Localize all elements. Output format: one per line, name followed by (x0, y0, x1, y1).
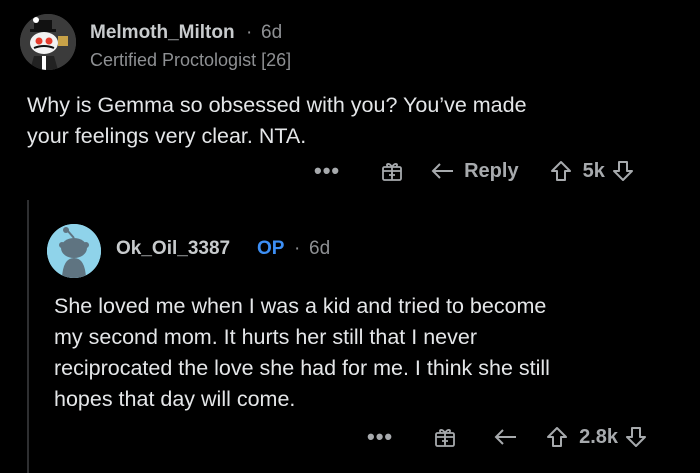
more-options-button[interactable]: ••• (314, 158, 340, 184)
reply-button[interactable]: Reply (430, 159, 519, 183)
vote-controls: 2.8k (545, 425, 648, 449)
user-avatar[interactable] (20, 14, 76, 70)
reply-button[interactable] (493, 426, 519, 448)
vote-controls: 5k (549, 159, 635, 183)
reply-arrow-icon (430, 160, 456, 182)
comment-actions: ••• 2.8k (367, 424, 648, 450)
meta-separator: · (294, 238, 301, 259)
comment-body: She loved me when I was a kid and tried … (54, 291, 550, 415)
award-button[interactable] (380, 159, 404, 183)
comment-age: 6d (261, 22, 283, 43)
gift-icon (433, 425, 457, 449)
downvote-icon[interactable] (624, 425, 648, 449)
upvote-icon[interactable] (545, 425, 569, 449)
downvote-icon[interactable] (611, 159, 635, 183)
comment-actions: ••• Reply 5k (314, 158, 635, 184)
comment-body-line: She loved me when I was a kid and tried … (54, 294, 547, 318)
meta-separator: · (246, 22, 253, 43)
upvote-icon[interactable] (549, 159, 573, 183)
more-options-button[interactable]: ••• (367, 424, 393, 450)
comment-body-line: Why is Gemma so obsessed with you? You’v… (27, 93, 527, 117)
comment-body: Why is Gemma so obsessed with you? You’v… (27, 90, 527, 152)
vote-count: 5k (582, 159, 605, 182)
vote-count: 2.8k (579, 425, 619, 448)
comment-body-line: your feelings very clear. NTA. (27, 124, 307, 148)
thread-line[interactable] (27, 200, 29, 473)
comment-body-line: my second mom. It hurts her still that I… (54, 325, 477, 349)
reply-label: Reply (464, 159, 519, 182)
comment-age: 6d (309, 238, 331, 259)
user-flair: Certified Proctologist [26] (90, 50, 292, 70)
comment-username[interactable]: Melmoth_Milton (90, 22, 235, 44)
op-badge: OP (257, 238, 285, 259)
comment-body-line: hopes that day will come. (54, 387, 296, 411)
comment-username[interactable]: Ok_Oil_3387 (116, 238, 230, 260)
comment-body-line: reciprocated the love she had for me. I … (54, 356, 550, 380)
user-avatar[interactable] (47, 224, 101, 278)
gift-icon (380, 159, 404, 183)
reply-arrow-icon (493, 426, 519, 448)
award-button[interactable] (433, 425, 457, 449)
